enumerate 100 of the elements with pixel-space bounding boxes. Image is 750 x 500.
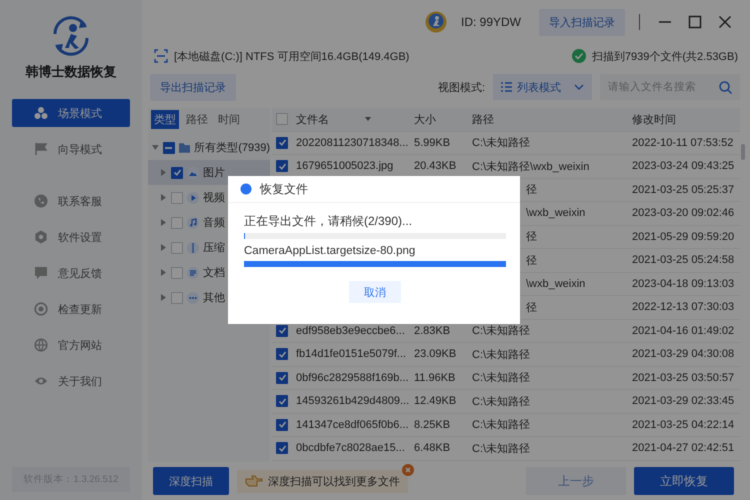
target-icon — [34, 302, 48, 316]
file-path: C:\未知路径 — [472, 396, 530, 408]
file-size: 5.99KB — [414, 136, 450, 149]
tree-label: 所有类型(7939) — [194, 141, 270, 155]
row-checkbox[interactable] — [276, 136, 288, 149]
file-name: fb14d1fe0151e5079f... — [296, 348, 406, 360]
file-name: 14593261b429d4809... — [296, 395, 410, 408]
nav-item[interactable]: 官方网站 — [12, 331, 130, 359]
current-file: CameraAppList.targetsize-80.png — [244, 245, 416, 257]
import-button[interactable]: 导入扫描记录 — [539, 8, 625, 36]
filter-tab[interactable]: 路径 — [183, 110, 211, 129]
column-header[interactable]: 路径 — [472, 114, 494, 126]
nav-item[interactable]: 意见反馈 — [12, 259, 130, 287]
row-checkbox[interactable] — [276, 372, 288, 384]
file-name: 0bf96c2829588f169b... — [296, 372, 409, 384]
checkbox[interactable] — [171, 266, 183, 278]
gear-icon — [34, 230, 48, 244]
row-checkbox[interactable] — [276, 418, 288, 431]
nav-item[interactable]: 软件设置 — [12, 223, 130, 251]
checkbox[interactable] — [171, 166, 183, 178]
tree-label: 视频 — [203, 191, 225, 205]
close-icon[interactable] — [718, 15, 732, 29]
minus-icon — [165, 146, 172, 148]
maximize-icon[interactable] — [688, 15, 702, 29]
deep-scan-button[interactable]: 深度扫描 — [153, 467, 229, 495]
filter-tab[interactable]: 时间 — [215, 110, 243, 129]
more-icon — [187, 292, 199, 304]
nav-item[interactable]: 向导模式 — [12, 135, 130, 163]
search-icon[interactable] — [719, 81, 732, 94]
file-name: 141347ce8df065f0b6... — [296, 418, 409, 431]
user-id: ID: 99YDW — [460, 15, 521, 29]
file-path: C:\未知路径\wxb_weixin — [472, 160, 590, 173]
file-path: C:\未知路径 — [472, 442, 530, 455]
phone-icon — [34, 194, 48, 208]
file-size: 6.48KB — [414, 442, 450, 454]
filter-tab[interactable]: 类型 — [151, 110, 179, 129]
sort-caret-icon[interactable] — [365, 117, 371, 122]
select-all-checkbox[interactable] — [276, 113, 288, 126]
checkbox[interactable] — [171, 192, 183, 204]
cancel-button[interactable]: 取消 — [349, 281, 401, 303]
expander-icon[interactable] — [160, 294, 167, 301]
view-mode-dropdown[interactable]: 列表模式 — [493, 74, 592, 100]
recover-button[interactable]: 立即恢复 — [634, 467, 734, 495]
checkbox[interactable] — [171, 292, 183, 304]
expander-icon[interactable] — [160, 219, 167, 226]
chat-icon — [34, 266, 48, 280]
file-path: C:\未知路径 — [472, 325, 530, 338]
file-name: 0bcdbfe7c8028ae15... — [296, 442, 405, 454]
tree-item[interactable]: 其他 — [148, 285, 270, 310]
file-path: 径 — [525, 231, 537, 244]
checkbox[interactable] — [171, 242, 183, 254]
nav-item[interactable]: 场景模式 — [12, 99, 130, 127]
expander-icon[interactable] — [152, 144, 159, 151]
file-path: C:\未知路径 — [472, 348, 530, 361]
file-size: 11.96KB — [414, 372, 456, 384]
image-icon — [187, 166, 199, 178]
export-status: 正在导出文件，请稍候(2/390)... — [244, 213, 414, 229]
nav-item[interactable]: 检查更新 — [12, 295, 130, 323]
close-badge-icon[interactable] — [402, 464, 414, 476]
checkbox[interactable] — [171, 216, 183, 228]
expander-icon[interactable] — [160, 169, 167, 176]
expander-icon[interactable] — [160, 244, 167, 251]
tree-item[interactable]: 文档 — [148, 260, 270, 285]
column-header[interactable]: 文件名 — [296, 112, 329, 127]
file-path: 径 — [525, 254, 537, 267]
document-icon — [187, 266, 199, 278]
export-button[interactable]: 导出扫描记录 — [150, 74, 236, 100]
modified-time: 2021-03-25 05:24:58 — [632, 254, 734, 266]
disk-info: [本地磁盘(C:)] NTFS 可用空间16.4GB(149.4GB) — [174, 50, 410, 64]
tree-label: 图片 — [203, 166, 225, 180]
file-size: 2.83KB — [414, 324, 450, 337]
back-button[interactable]: 上一步 — [526, 467, 626, 495]
tree-label: 文档 — [203, 266, 225, 280]
globe-icon — [34, 338, 48, 352]
file-size: 20.43KB — [414, 160, 456, 172]
scrollbar-thumb[interactable] — [741, 144, 745, 160]
file-name: 20220811230718348... — [296, 136, 408, 149]
file-size: 23.09KB — [414, 348, 456, 360]
zipper-icon — [187, 242, 199, 254]
modified-time: 2021-03-29 02:33:45 — [632, 395, 734, 408]
modified-time: 2021-03-25 03:50:57 — [632, 372, 734, 384]
view-mode-label: 视图模式: — [438, 80, 485, 94]
app-name: 韩博士数据恢复 — [26, 63, 116, 81]
avatar-icon — [424, 11, 447, 33]
row-checkbox[interactable] — [276, 442, 288, 454]
expander-icon[interactable] — [160, 194, 167, 201]
row-checkbox[interactable] — [276, 324, 288, 337]
nav-item[interactable]: 关于我们 — [12, 367, 130, 395]
row-checkbox[interactable] — [276, 348, 288, 360]
row-checkbox[interactable] — [276, 160, 288, 172]
tree-item[interactable]: 所有类型(7939) — [148, 135, 270, 160]
scan-frame-icon — [154, 49, 168, 63]
checkbox[interactable] — [162, 142, 175, 154]
modified-time: 2021-03-29 04:30:08 — [632, 348, 734, 360]
column-header[interactable]: 大小 — [414, 114, 436, 126]
nav-item[interactable]: 联系客服 — [12, 187, 130, 215]
row-checkbox[interactable] — [276, 395, 288, 408]
expander-icon[interactable] — [160, 269, 167, 276]
column-header[interactable]: 修改时间 — [632, 114, 676, 126]
cluster-icon — [34, 106, 48, 120]
